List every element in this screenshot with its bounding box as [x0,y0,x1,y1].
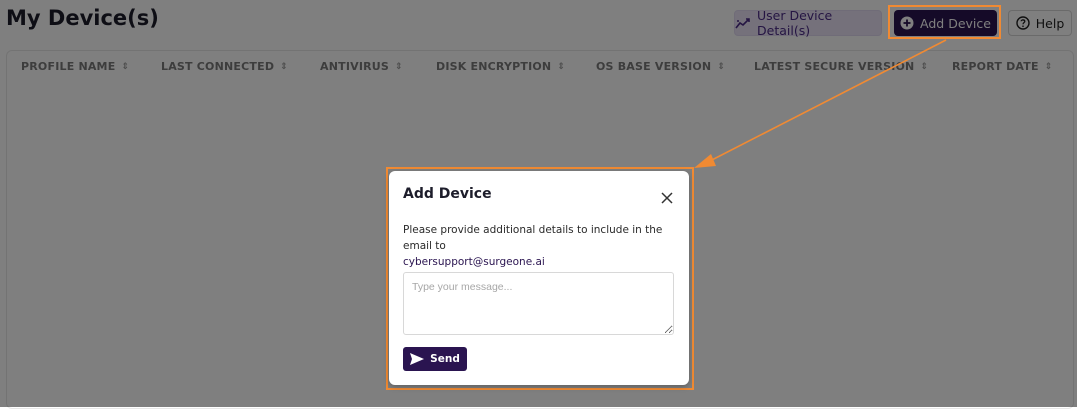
page: My Device(s) User Device Detail(s) Add D… [0,0,1077,409]
close-icon[interactable] [661,191,673,204]
support-email: cybersupport@surgeone.ai [403,256,545,268]
send-icon [410,353,425,365]
message-textarea[interactable] [403,272,674,335]
add-device-highlight [888,5,1001,39]
modal-description-text: Please provide additional details to inc… [403,224,663,252]
send-label: Send [430,353,460,365]
send-button[interactable]: Send [403,347,467,371]
modal-title: Add Device [403,186,492,202]
add-device-modal: Add Device Please provide additional det… [389,171,689,385]
modal-description: Please provide additional details to inc… [403,222,678,270]
